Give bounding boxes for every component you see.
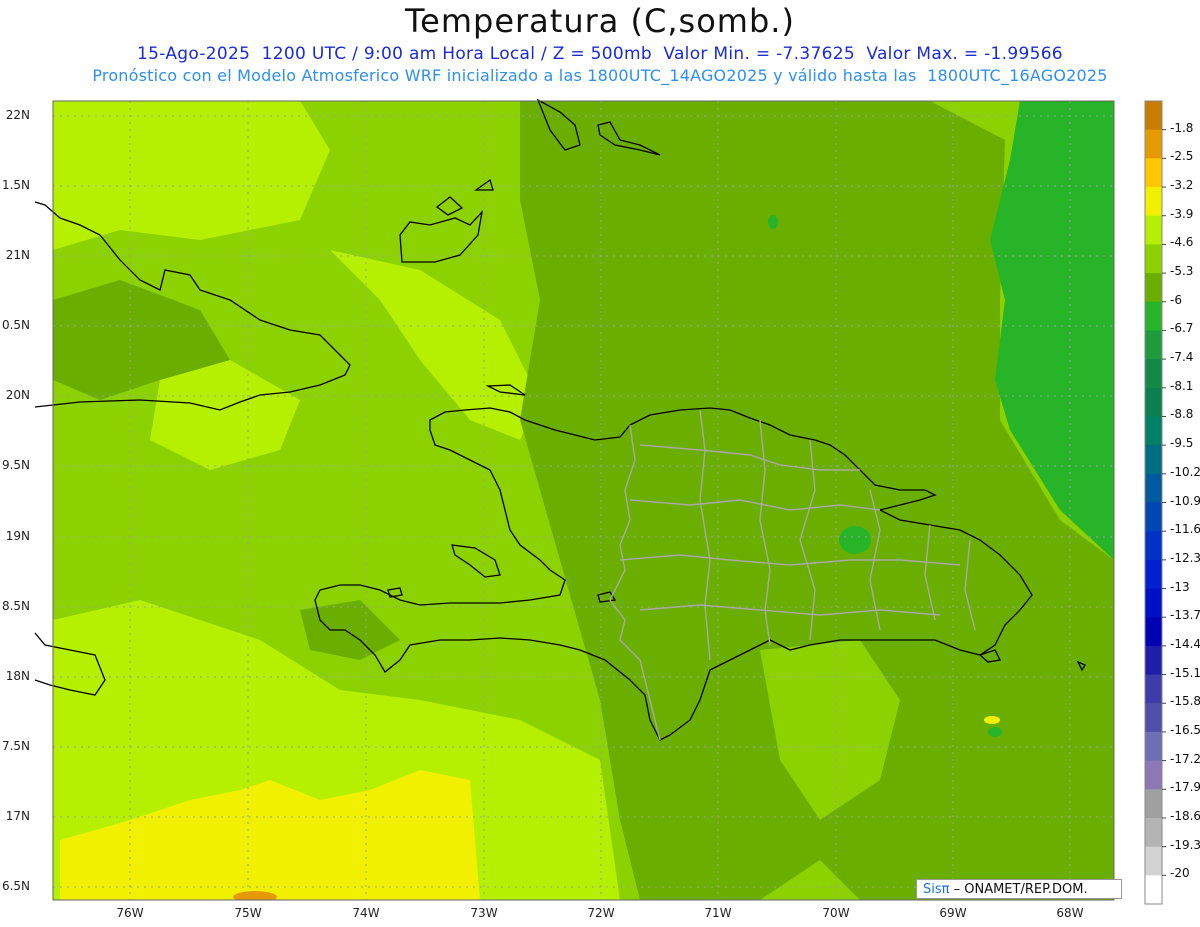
sispi-logo: Sisπ: [923, 882, 950, 897]
colorbar-swatch: [1145, 731, 1162, 762]
colorbar-label: -14.4: [1170, 636, 1200, 651]
lat-label: 18N: [5, 669, 30, 683]
colorbar-label: -20: [1170, 866, 1190, 881]
colorbar-label: -16.5: [1170, 722, 1200, 737]
credit-text: – ONAMET/REP.DOM.: [953, 882, 1088, 897]
lon-label: 76W: [116, 906, 144, 920]
colorbar-swatch: [1145, 875, 1162, 905]
colorbar-label: -10.2: [1170, 464, 1200, 479]
colorbar-swatch: [1145, 387, 1162, 417]
colorbar-label: -2.5: [1170, 149, 1194, 164]
lon-label: 71W: [704, 906, 732, 920]
lat-label: 22N: [5, 108, 30, 122]
colorbar-label: -9.5: [1170, 436, 1194, 451]
lat-label: 0.5N: [1, 318, 30, 332]
lat-label: 9.5N: [1, 458, 30, 472]
lon-label: 74W: [352, 906, 380, 920]
colorbar-label: -3.2: [1170, 178, 1194, 193]
colorbar-swatch: [1145, 674, 1162, 704]
colorbar-label: -17.9: [1170, 780, 1200, 795]
colorbar-label: -13: [1170, 579, 1190, 594]
colorbar-swatch: [1145, 416, 1162, 446]
colorbar-label: -12.3: [1170, 550, 1200, 565]
colorbar-label: -8.1: [1170, 378, 1194, 393]
colorbar-label: -1.8: [1170, 120, 1194, 135]
colorbar-swatch: [1145, 359, 1162, 389]
colorbar-swatch: [1145, 846, 1162, 876]
lat-label: 20N: [5, 388, 30, 402]
lat-label: 21N: [5, 248, 30, 262]
colorbar-swatch: [1145, 473, 1162, 503]
colorbar-swatch: [1145, 187, 1162, 217]
colorbar-label: -19.3: [1170, 837, 1200, 852]
colorbar-label: -13.7: [1170, 608, 1200, 623]
colorbar-swatch: [1145, 817, 1162, 848]
lat-label: 8.5N: [1, 599, 30, 613]
lat-label: 17N: [5, 809, 30, 823]
lat-label: 19N: [5, 529, 30, 543]
colorbar-label: -15.8: [1170, 694, 1200, 709]
colorbar-label: -8.8: [1170, 407, 1194, 422]
lon-label: 70W: [822, 906, 850, 920]
colorbar-swatch: [1145, 129, 1162, 159]
colorbar-label: -5.3: [1170, 264, 1194, 279]
colorbar-swatch: [1145, 101, 1162, 131]
colorbar-swatch: [1145, 645, 1162, 676]
lon-label: 73W: [470, 906, 498, 920]
colorbar-swatch: [1145, 703, 1162, 733]
colorbar-swatch: [1145, 330, 1162, 360]
lon-label: 75W: [234, 906, 262, 920]
colorbar-swatch: [1145, 789, 1162, 819]
colorbar-swatch: [1145, 559, 1162, 590]
colorbar-swatch: [1145, 273, 1162, 303]
colorbar-swatch: [1145, 215, 1162, 245]
lat-label: 7.5N: [1, 739, 30, 753]
colorbar-swatch: [1145, 158, 1162, 188]
colorbar-label: -6.7: [1170, 321, 1194, 336]
colorbar-label: -17.2: [1170, 751, 1200, 766]
temperature-map: [34, 98, 1166, 905]
shaded-field: [53, 101, 1114, 900]
colorbar-label: -15.1: [1170, 665, 1200, 680]
colorbar-swatch: [1145, 588, 1162, 618]
colorbar-swatch: [1145, 617, 1162, 647]
colorbar-label: -4.6: [1170, 235, 1194, 250]
colorbar-label: -6: [1170, 292, 1182, 307]
colorbar-label: -10.9: [1170, 493, 1200, 508]
colorbar-swatch: [1145, 502, 1162, 532]
lat-label: 1.5N: [1, 178, 30, 192]
colorbar-swatch: [1145, 760, 1162, 790]
colorbar-label: -3.9: [1170, 206, 1194, 221]
colorbar-swatch: [1145, 445, 1162, 475]
lat-label: 6.5N: [1, 879, 30, 893]
colorbar: [1144, 100, 1166, 905]
colorbar-swatch: [1145, 244, 1162, 274]
colorbar-label: -7.4: [1170, 350, 1194, 365]
colorbar-label: -11.6: [1170, 522, 1200, 537]
lon-label: 68W: [1056, 906, 1084, 920]
lon-label: 72W: [587, 906, 615, 920]
credit-box: Sisπ – ONAMET/REP.DOM.: [916, 879, 1122, 899]
colorbar-swatch: [1145, 531, 1162, 561]
lon-label: 69W: [939, 906, 967, 920]
colorbar-swatch: [1145, 301, 1162, 331]
colorbar-label: -18.6: [1170, 808, 1200, 823]
